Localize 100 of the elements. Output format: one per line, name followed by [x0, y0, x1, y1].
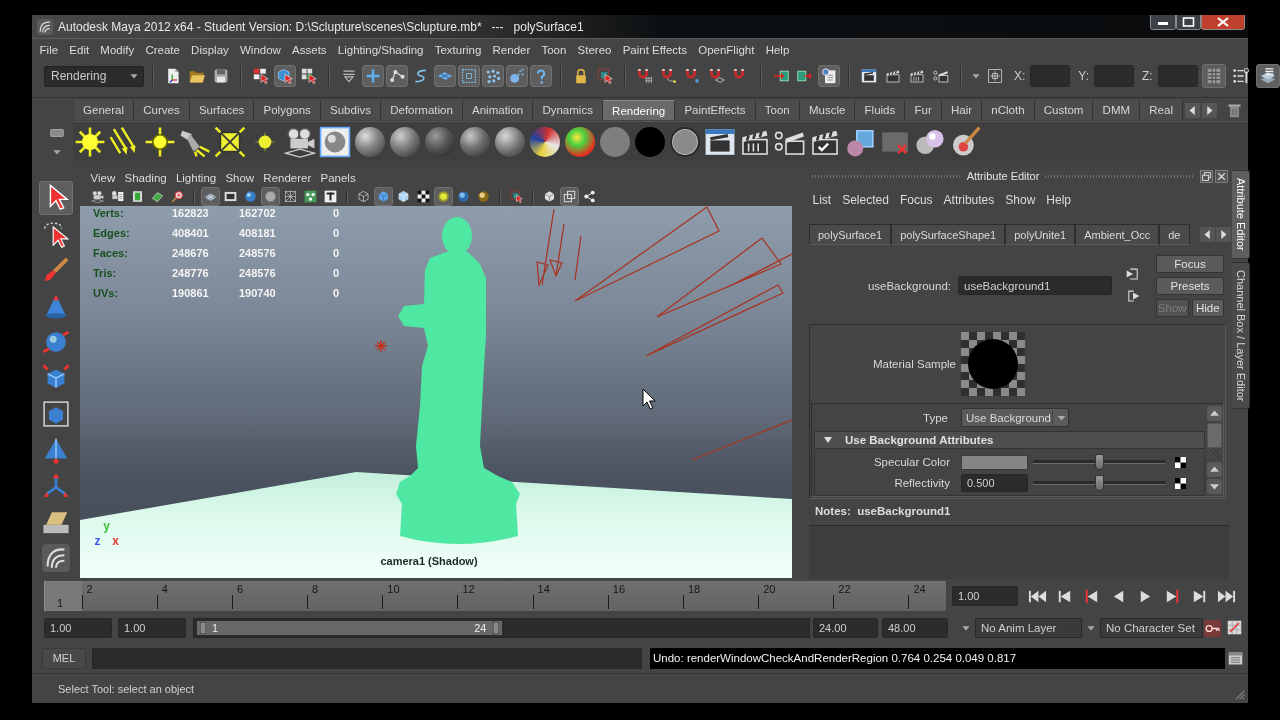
shelf-tab[interactable]: PaintEffects	[675, 100, 756, 120]
panel-menu-item[interactable]: Renderer	[258, 172, 316, 184]
side-tab[interactable]: Attribute Editor	[1232, 170, 1250, 259]
shelf-tab[interactable]: Curves	[134, 100, 190, 120]
viewport-scene[interactable]: Verts: 162823 162702 0 Edges: 408401 408181 0 Faces: 248676 248576 0 Tris: 248776 248576 0 UVs: 190861 190740 0 y z x camera1 (Shadow)	[80, 206, 792, 578]
shelf-tab[interactable]: Polygons	[254, 100, 321, 120]
rainbow-sphere-icon[interactable]	[565, 126, 595, 157]
range-bar[interactable]: 1 24	[197, 621, 502, 635]
menu-item[interactable]: File	[34, 40, 64, 60]
checker-icon[interactable]	[1175, 456, 1186, 468]
sun-icon[interactable]	[74, 125, 106, 158]
node-tab[interactable]: polySurface1	[809, 224, 892, 245]
menu-item[interactable]: Toon	[535, 40, 572, 60]
shelf-tab[interactable]: Surfaces	[189, 100, 255, 120]
shelf-tab[interactable]: Fur	[905, 100, 942, 120]
node-tab[interactable]: polyUnite1	[1005, 224, 1076, 245]
dots-icon[interactable]	[482, 65, 504, 87]
x-box-icon[interactable]	[214, 125, 246, 158]
crosshair-sun-icon[interactable]	[144, 125, 176, 158]
end-time-field[interactable]: 48.00	[882, 618, 948, 638]
menu-item[interactable]: Assets	[286, 40, 333, 60]
panel-menu-item[interactable]: Focus	[894, 193, 939, 207]
minimize-icon[interactable]	[1150, 15, 1176, 30]
tab-icon[interactable]	[50, 126, 64, 140]
time-slider[interactable]: 2 4 6 8 10 12 14 16 18 20 22 24 1	[44, 581, 946, 611]
menu-item[interactable]: Texturing	[429, 40, 487, 60]
scroll-up-icon[interactable]	[1207, 406, 1222, 421]
tiles-icon[interactable]	[434, 65, 456, 87]
close-icon[interactable]	[1215, 169, 1228, 183]
shelf-tab[interactable]: nCloth	[982, 100, 1035, 120]
panel-menu-item[interactable]: Shading	[119, 172, 172, 184]
nodes-icon[interactable]	[386, 65, 408, 87]
shelf-tab[interactable]: Fluids	[855, 100, 906, 120]
float-window-icon[interactable]	[1200, 169, 1213, 183]
start-time-field[interactable]: 1.00	[44, 618, 112, 638]
node-tab[interactable]: de	[1159, 224, 1190, 245]
key-icon[interactable]	[1204, 619, 1221, 637]
shelf-tab[interactable]: Toon	[755, 100, 800, 120]
arrow-left-icon[interactable]	[1185, 102, 1200, 118]
plus-icon[interactable]	[362, 65, 384, 87]
film-camera-icon[interactable]	[284, 125, 316, 158]
two-squares-icon[interactable]	[560, 187, 579, 206]
menu-item[interactable]: Display	[185, 40, 235, 60]
command-field[interactable]	[92, 647, 642, 669]
caret-icon[interactable]	[1052, 410, 1068, 425]
type-dropdown[interactable]: Use Background	[961, 408, 1069, 427]
shelf-tab[interactable]: Muscle	[799, 100, 856, 120]
shelf-tab[interactable]: Real	[1140, 100, 1184, 120]
panel-menu-item[interactable]: List	[807, 193, 837, 207]
trash-icon[interactable]	[1227, 102, 1242, 118]
node-tab[interactable]: Ambient_Occ	[1075, 224, 1160, 245]
playback-end-field[interactable]: 24.00	[813, 618, 878, 638]
language-toggle[interactable]: MEL	[42, 647, 86, 669]
shelf-tab[interactable]: Deformation	[381, 100, 463, 120]
shelf-tab[interactable]: Hair	[941, 100, 983, 120]
character-set-dropdown[interactable]: No Character Set	[1100, 618, 1203, 638]
panel-menu-item[interactable]: Panels	[315, 172, 361, 184]
expand-triangle-icon[interactable]	[823, 435, 833, 445]
arrow-left-icon[interactable]	[1200, 227, 1215, 242]
playhead[interactable]: 1	[44, 581, 82, 611]
checker-icon[interactable]	[1175, 477, 1186, 489]
panel-menu-item[interactable]: Show	[220, 172, 259, 184]
document-clock-icon[interactable]	[818, 65, 840, 87]
menu-set-dropdown[interactable]: Rendering	[44, 65, 144, 87]
layers-icon[interactable]	[1255, 64, 1280, 88]
arrow-right-icon[interactable]	[1216, 227, 1231, 242]
arrow-cursor-icon[interactable]	[39, 181, 73, 215]
dashed-cursor-icon[interactable]	[507, 187, 526, 206]
shelf-tab[interactable]: Dynamics	[533, 100, 603, 120]
menu-item[interactable]: Help	[760, 40, 795, 60]
shelf-tab[interactable]: Subdivs	[320, 100, 382, 120]
shelf-tab[interactable]: Rendering	[603, 100, 676, 120]
current-time-field[interactable]: 1.00	[952, 586, 1018, 606]
dotted-box-icon[interactable]	[458, 65, 480, 87]
menu-item[interactable]: Render	[486, 40, 536, 60]
input-connection-icon[interactable]	[1126, 267, 1140, 281]
sphere-icon[interactable]	[355, 126, 385, 157]
panel-menu-item[interactable]: Attributes	[938, 193, 1000, 207]
disc-icon[interactable]	[261, 187, 280, 206]
shelf-tab[interactable]: Animation	[462, 100, 534, 120]
panel-menu-item[interactable]: Show	[999, 193, 1041, 207]
panel-menu-item[interactable]: Help	[1040, 193, 1077, 207]
ring-icon[interactable]	[670, 126, 700, 157]
scroll-down-icon[interactable]	[1207, 479, 1222, 494]
range-slider-track[interactable]: 1 24	[193, 618, 810, 638]
menu-item[interactable]: OpenFlight	[692, 40, 761, 60]
section-header[interactable]: Use Background Attributes	[814, 431, 1205, 449]
panel-menu-item[interactable]: View	[86, 172, 120, 184]
notes-field[interactable]	[809, 525, 1229, 579]
panel-menu-item[interactable]: Lighting	[171, 172, 221, 184]
menu-item[interactable]: Stereo	[572, 40, 618, 60]
panel-menu-item[interactable]: Selected	[836, 193, 895, 207]
menu-item[interactable]: Lighting/Shading	[332, 40, 430, 60]
sphere-icon[interactable]	[425, 126, 455, 157]
attribute-editor-button[interactable]: Focus	[1156, 255, 1224, 273]
menu-item[interactable]: Create	[139, 40, 186, 60]
scrollbar-track[interactable]	[1207, 450, 1222, 460]
playback-start-field[interactable]: 1.00	[118, 618, 186, 638]
coordinate-field[interactable]	[1157, 65, 1198, 87]
sphere-icon[interactable]	[460, 126, 490, 157]
